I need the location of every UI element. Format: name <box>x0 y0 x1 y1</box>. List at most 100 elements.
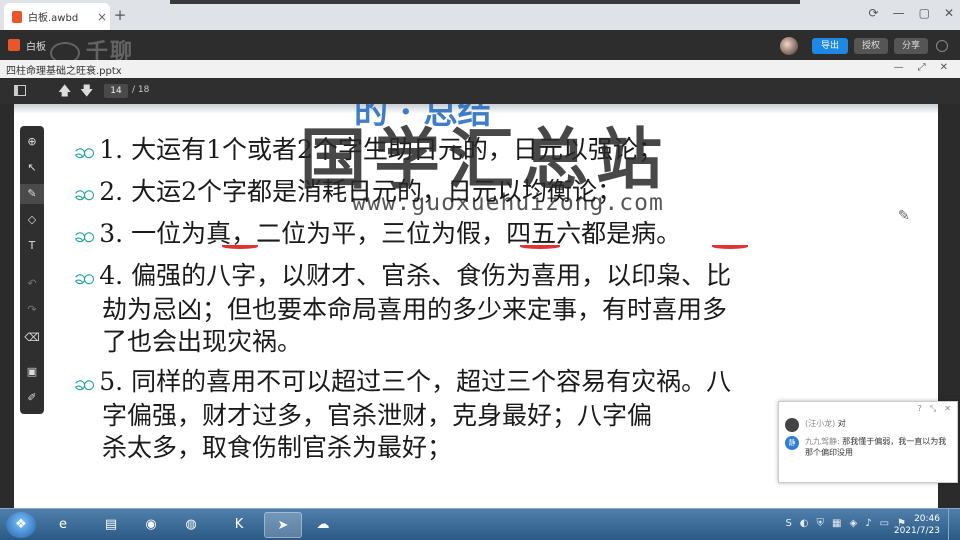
doc-fullscreen-button[interactable]: ⤢ <box>918 62 926 73</box>
page-number-input[interactable]: 14 <box>104 84 128 98</box>
pencil-icon[interactable]: ✎ <box>898 208 910 224</box>
cloud-icon[interactable]: ☁ <box>304 512 342 538</box>
previous-page-button[interactable]: 🡅 <box>58 82 71 104</box>
slide-line: ဆ 5. 同样的喜用不可以超过三个，超过三个容易有灾祸。八 <box>74 366 894 400</box>
refresh-icon[interactable]: ⟳ <box>869 6 879 20</box>
toolbox-tool-icon[interactable]: ▣ <box>20 362 44 382</box>
app-header: 白板 千聊 导出 授权 分享 <box>0 30 960 65</box>
edit-tool-icon[interactable]: ✐ <box>20 388 44 408</box>
slide-line: 了也会出现灾祸。 <box>74 326 894 358</box>
tray-icon[interactable]: ◐ <box>800 518 809 529</box>
tab-label: 白板.awbd <box>28 13 79 24</box>
pen-annotation <box>520 244 560 249</box>
site-watermark-url: www.guoxuehuizong.com <box>352 190 664 216</box>
chat-message-text: 九九驾静: 那我懂于偏弱，我一直以为我那个偏印没用 <box>805 436 951 458</box>
desktop: 白板.awbd × + ⟳ — ▢ ✕ 白板 千聊 导出 授权 分享 四柱命理基… <box>0 0 960 540</box>
expand-icon[interactable]: ⤡ <box>930 402 936 416</box>
bullet-icon: ဆ <box>74 371 96 396</box>
settings-icon[interactable] <box>936 40 948 52</box>
chat-header: ? ⤡ ✕ <box>779 402 957 416</box>
chat-message: 静 九九驾静: 那我懂于偏弱，我一直以为我那个偏印没用 <box>779 434 957 460</box>
show-desktop-button[interactable] <box>948 509 960 540</box>
clock[interactable]: 20:46 2021/7/23 <box>894 513 940 537</box>
bullet-icon: ဆ <box>74 265 96 290</box>
avatar: 静 <box>785 436 799 450</box>
clock-time: 20:46 <box>914 514 940 524</box>
doc-minimize-button[interactable]: — <box>894 62 904 73</box>
slide-line-text: 5. 同样的喜用不可以超过三个，超过三个容易有灾祸。八 <box>99 367 732 396</box>
slide-line-text: 了也会出现灾祸。 <box>102 327 303 356</box>
chat-sender: (汪小龙) <box>805 419 836 428</box>
pen-tool-icon[interactable]: ✎ <box>20 184 44 204</box>
app-logo-icon <box>8 39 20 51</box>
export-button[interactable]: 导出 <box>812 38 848 54</box>
share-button[interactable]: 分享 <box>894 38 928 54</box>
app-name: 白板 <box>26 41 46 53</box>
close-button[interactable]: ✕ <box>944 6 954 20</box>
tray-icon[interactable]: S <box>785 518 791 529</box>
help-icon[interactable]: ? <box>918 402 922 416</box>
new-tab-button[interactable]: + <box>112 6 128 24</box>
slide-line-text: 劫为忌凶；但也要本命局喜用的多少来定事，有时喜用多 <box>102 295 728 324</box>
eraser-tool-icon[interactable]: ⌫ <box>20 328 44 348</box>
sidebar-toggle-icon[interactable] <box>14 85 26 96</box>
wechat-icon[interactable]: ◉ <box>132 512 170 538</box>
feishu-icon[interactable]: ➤ <box>264 512 302 538</box>
authorize-button[interactable]: 授权 <box>854 38 888 54</box>
tray-icon[interactable]: ♪ <box>865 518 871 529</box>
explorer-icon[interactable]: ▤ <box>92 512 130 538</box>
taskbar: ❖ e ▤ ◉ ◍ K ➤ ☁ S ◐ ⛨ ▦ ◈ ♪ ▭ ⚑ 20:46 2021/7/23 <box>0 508 960 540</box>
tab-close-icon[interactable]: × <box>94 10 110 24</box>
shape-tool-icon[interactable]: ◇ <box>20 210 44 230</box>
tab-whiteboard[interactable]: 白板.awbd × <box>4 3 110 30</box>
tray-icon[interactable]: ⛨ <box>817 518 825 529</box>
bullet-icon: ဆ <box>74 223 96 248</box>
slide-line: 字偏强，财才过多，官杀泄财，克身最好；八字偏 <box>74 400 894 432</box>
chat-message: (汪小龙) 对 <box>779 416 957 434</box>
slide-line-text: 3. 一位为真，二位为平，三位为假，四五六都是病。 <box>99 219 682 248</box>
avatar <box>785 418 799 432</box>
viewer-toolbar: 🡅 🡇 14 / 18 <box>0 78 960 104</box>
document-window-controls: — ⤢ ✕ <box>894 62 948 73</box>
bullet-icon: ဆ <box>74 181 96 206</box>
slide-line: 杀太多，取食伤制官杀为最好； <box>74 432 894 464</box>
text-tool-icon[interactable]: T <box>20 236 44 256</box>
next-page-button[interactable]: 🡇 <box>80 82 93 104</box>
slide-line-text: 字偏强，财才过多，官杀泄财，克身最好；八字偏 <box>102 401 653 430</box>
add-slide-tool-icon[interactable]: ⊕ <box>20 132 44 152</box>
slide-line-text: 4. 偏强的八字，以财才、官杀、食伤为喜用，以印枭、比 <box>99 261 732 290</box>
bullet-icon: ဆ <box>74 139 96 164</box>
document-title: 四柱命理基础之旺衰.pptx <box>6 65 122 77</box>
tray-icon[interactable]: ▦ <box>832 518 841 529</box>
slide-line-text: 杀太多，取食伤制官杀为最好； <box>102 433 453 462</box>
system-tray: S ◐ ⛨ ▦ ◈ ♪ ▭ ⚑ <box>785 518 906 529</box>
slide-line: ဆ 3. 一位为真，二位为平，三位为假，四五六都是病。 <box>74 218 894 252</box>
drawing-toolbar: ⊕ ↖ ✎ ◇ T ↶ ↷ ⌫ ▣ ✐ <box>20 126 44 414</box>
chat-message-text: (汪小龙) 对 <box>805 418 846 429</box>
chat-popup: ? ⤡ ✕ (汪小龙) 对 静 九九驾静: 那我懂于偏弱，我一直以为我那个偏印没… <box>778 401 958 483</box>
chat-body: 对 <box>837 419 846 428</box>
redo-tool-icon[interactable]: ↷ <box>20 300 44 320</box>
ie-icon[interactable]: e <box>44 512 82 538</box>
close-icon[interactable]: ✕ <box>944 402 951 416</box>
chat-sender: 九九驾静: <box>805 437 840 446</box>
tray-icon[interactable]: ▭ <box>880 518 889 529</box>
minimize-button[interactable]: — <box>893 6 905 20</box>
slide-line: 劫为忌凶；但也要本命局喜用的多少来定事，有时喜用多 <box>74 294 894 326</box>
page-total: / 18 <box>132 85 150 95</box>
window-controls: ⟳ — ▢ ✕ <box>869 6 954 20</box>
maximize-button[interactable]: ▢ <box>919 6 930 20</box>
pen-annotation <box>712 244 748 249</box>
tray-icon[interactable]: ◈ <box>849 518 857 529</box>
kugou-icon[interactable]: K <box>220 512 258 538</box>
avatar[interactable] <box>780 37 798 55</box>
document-title-bar: 四柱命理基础之旺衰.pptx — ⤢ ✕ <box>0 60 960 78</box>
browser-tab-strip: 白板.awbd × + ⟳ — ▢ ✕ <box>0 0 960 30</box>
slide-line: ဆ 4. 偏强的八字，以财才、官杀、食伤为喜用，以印枭、比 <box>74 260 894 294</box>
chrome-icon[interactable]: ◍ <box>172 512 210 538</box>
select-tool-icon[interactable]: ↖ <box>20 158 44 178</box>
start-button[interactable]: ❖ <box>6 512 36 538</box>
doc-close-button[interactable]: ✕ <box>940 62 948 73</box>
document-icon <box>12 10 22 23</box>
undo-tool-icon[interactable]: ↶ <box>20 274 44 294</box>
